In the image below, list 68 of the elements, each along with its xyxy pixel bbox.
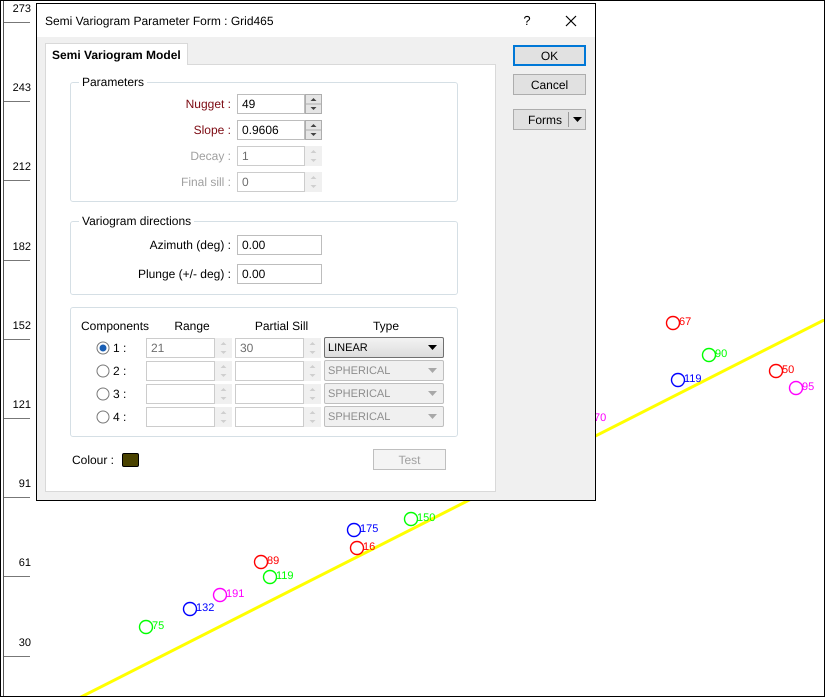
axis-label: 152 <box>12 320 31 333</box>
spinner-icon <box>215 360 232 380</box>
field-label: Slope : <box>192 123 232 137</box>
axis-label: 121 <box>12 399 31 412</box>
radio-button[interactable]: 4 : <box>81 410 146 424</box>
spinner-icon <box>305 120 322 140</box>
input-field[interactable]: 0.00 <box>237 264 322 284</box>
spinner-icon <box>304 360 321 380</box>
input-field[interactable]: 0.9606 <box>237 120 305 140</box>
axis-label: 91 <box>18 478 31 492</box>
group-title: Variogram directions <box>81 214 192 228</box>
caret-icon <box>428 345 437 350</box>
spinner-icon <box>215 338 232 358</box>
dropdown[interactable]: LINEAR <box>324 337 444 358</box>
close-icon <box>565 14 577 26</box>
point-label: 67 <box>679 315 692 329</box>
field-label: Nugget : <box>184 97 232 111</box>
column-header: Partial Sill <box>254 319 310 333</box>
column-header: Range <box>173 319 211 333</box>
spinner-icon <box>305 172 322 192</box>
cancel-button[interactable]: Cancel <box>513 74 586 95</box>
input-field[interactable]: 0.00 <box>237 234 322 254</box>
group-title: Parameters <box>81 75 146 89</box>
caret-icon <box>572 117 582 122</box>
field-label: Azimuth (deg) : <box>148 238 232 252</box>
caret-icon <box>428 391 437 396</box>
point-label: 119 <box>276 569 294 583</box>
spinner-icon <box>304 384 321 404</box>
caret-icon <box>428 368 437 373</box>
axis-label: 273 <box>12 3 31 16</box>
ok-button[interactable]: OK <box>513 45 586 66</box>
axis-label: 243 <box>12 82 31 96</box>
caret-icon <box>428 414 437 419</box>
point-label: 95 <box>802 380 814 394</box>
axis-label: 212 <box>12 161 31 174</box>
spinner-icon <box>305 146 322 166</box>
point-label: 191 <box>226 587 244 601</box>
spinner-icon <box>305 94 322 114</box>
tab[interactable]: Semi Variogram Model <box>45 43 188 65</box>
radio-button[interactable]: 3 : <box>81 386 146 400</box>
help-button[interactable]: ? <box>517 8 537 32</box>
point-label: 119 <box>684 372 702 386</box>
input-field[interactable]: 49 <box>237 94 305 114</box>
field-label: Colour : <box>72 452 116 466</box>
axis-label: 61 <box>18 557 31 570</box>
field-label: Final sill : <box>180 175 232 189</box>
point-label: 50 <box>782 363 794 377</box>
window-title: Semi Variogram Parameter Form : Grid465 <box>45 14 275 28</box>
column-header: Type <box>372 319 400 333</box>
column-header: Components <box>81 319 147 333</box>
spinner-icon <box>304 338 321 358</box>
point-label: 75 <box>152 619 164 633</box>
spinner-icon <box>304 406 321 426</box>
point-label: 132 <box>196 601 214 615</box>
axis-label: 30 <box>18 636 31 650</box>
spinner-icon <box>215 384 232 404</box>
axis-label: 182 <box>12 240 31 254</box>
radio-button[interactable]: 1 : <box>81 340 146 354</box>
field-label: Decay : <box>189 149 232 163</box>
point-label: 175 <box>360 522 378 536</box>
forms-button[interactable]: Forms <box>513 109 586 130</box>
spinner-icon <box>215 406 232 426</box>
point-label: 70 <box>594 411 606 425</box>
field-label: Plunge (+/- deg) : <box>136 266 232 280</box>
point-label: 90 <box>715 347 728 361</box>
point-label: 89 <box>267 554 280 568</box>
radio-button[interactable]: 2 : <box>81 364 146 378</box>
colour-swatch[interactable] <box>122 452 139 466</box>
